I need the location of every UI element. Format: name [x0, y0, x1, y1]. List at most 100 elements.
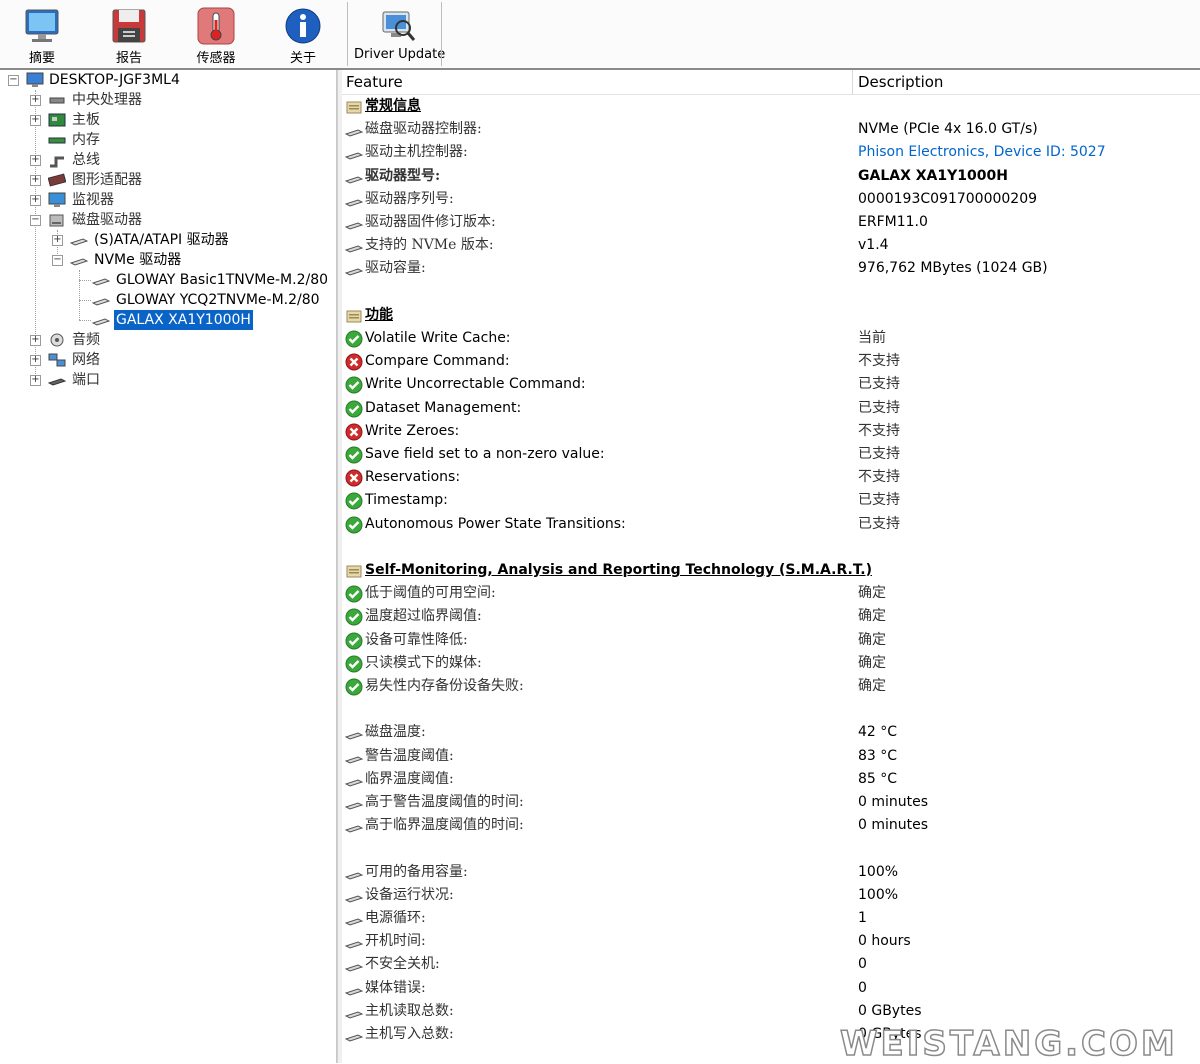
- collapse-icon[interactable]: −: [52, 255, 63, 266]
- expand-icon[interactable]: +: [30, 155, 41, 166]
- detail-row[interactable]: 驱动器型号: GALAX XA1Y1000H: [342, 165, 1200, 188]
- drive-icon: [344, 143, 364, 163]
- expand-icon[interactable]: +: [30, 335, 41, 346]
- expand-icon[interactable]: +: [30, 375, 41, 386]
- check-icon: [344, 491, 364, 511]
- port-icon: [48, 378, 66, 386]
- expand-icon[interactable]: +: [30, 95, 41, 106]
- drive-icon: [92, 278, 110, 286]
- drive-icon: [344, 236, 364, 256]
- detail-row[interactable]: 磁盘驱动器控制器: NVMe (PCIe 4x 16.0 GT/s): [342, 118, 1200, 141]
- description-value: GALAX XA1Y1000H: [858, 167, 1008, 184]
- detail-row[interactable]: Save field set to a non-zero value: 已支持: [342, 443, 1200, 466]
- section-header-row[interactable]: 功能: [342, 304, 1200, 327]
- detail-row[interactable]: Write Zeroes: 不支持: [342, 420, 1200, 443]
- detail-row[interactable]: Volatile Write Cache: 当前: [342, 327, 1200, 350]
- detail-row[interactable]: 易失性内存备份设备失败: 确定: [342, 675, 1200, 698]
- summary-button[interactable]: 摘要: [18, 0, 66, 68]
- section-header-row[interactable]: 常规信息: [342, 95, 1200, 118]
- detail-row[interactable]: 开机时间: 0 hours: [342, 930, 1200, 953]
- section-header-row[interactable]: Self-Monitoring, Analysis and Reporting …: [342, 559, 1200, 582]
- section-icon: [344, 561, 364, 581]
- check-icon: [344, 631, 364, 651]
- description-link[interactable]: Phison Electronics, Device ID: 5027: [858, 141, 1106, 164]
- tree-item-label: 图形适配器: [72, 172, 142, 188]
- description-value: 不支持: [858, 469, 900, 486]
- column-header-feature[interactable]: Feature: [342, 70, 852, 95]
- detail-row[interactable]: 磁盘温度: 42 °C: [342, 721, 1200, 744]
- drive-icon: [70, 238, 88, 246]
- check-icon: [344, 654, 364, 674]
- detail-row[interactable]: Timestamp: 已支持: [342, 489, 1200, 512]
- drive-icon: [344, 886, 364, 906]
- detail-row[interactable]: 温度超过临界阈值: 确定: [342, 605, 1200, 628]
- feature-label: 主机写入总数:: [365, 1026, 454, 1042]
- expand-icon[interactable]: +: [52, 235, 63, 246]
- feature-label: Dataset Management:: [365, 399, 522, 416]
- collapse-icon[interactable]: −: [30, 215, 41, 226]
- detail-row[interactable]: 支持的 NVMe 版本: v1.4: [342, 234, 1200, 257]
- section-icon: [344, 97, 364, 117]
- detail-row[interactable]: Reservations: 不支持: [342, 466, 1200, 489]
- tree-connector: [79, 300, 91, 301]
- detail-row[interactable]: 临界温度阈值: 85 °C: [342, 768, 1200, 791]
- graphics-card-icon: [48, 173, 66, 187]
- check-icon: [344, 445, 364, 465]
- expand-icon[interactable]: +: [30, 355, 41, 366]
- detail-row[interactable]: 设备运行状况: 100%: [342, 884, 1200, 907]
- detail-row[interactable]: 高于临界温度阈值的时间: 0 minutes: [342, 814, 1200, 837]
- detail-row[interactable]: 只读模式下的媒体: 确定: [342, 652, 1200, 675]
- description-value: 已支持: [858, 376, 900, 393]
- detail-row[interactable]: Write Uncorrectable Command: 已支持: [342, 373, 1200, 396]
- thermometer-icon: [197, 7, 235, 45]
- details-list: Feature Description 常规信息 磁盘驱动器控制器: NVMe (P…: [342, 70, 1200, 1063]
- detail-row[interactable]: Autonomous Power State Transitions: 已支持: [342, 513, 1200, 536]
- toolbar-label: 关于: [289, 51, 316, 66]
- drive-icon: [344, 1025, 364, 1045]
- about-button[interactable]: 关于: [278, 0, 328, 68]
- detail-row[interactable]: 主机读取总数: 0 GBytes: [342, 1000, 1200, 1023]
- detail-row[interactable]: 驱动器固件修订版本: ERFM11.0: [342, 211, 1200, 234]
- detail-row[interactable]: 电源循环: 1: [342, 907, 1200, 930]
- tree-item-label: NVMe 驱动器: [94, 252, 182, 268]
- description-value: 确定: [858, 631, 886, 648]
- cpu-icon: [49, 97, 65, 104]
- driver-update-button[interactable]: Driver Update: [354, 0, 445, 68]
- detail-row[interactable]: Dataset Management: 已支持: [342, 397, 1200, 420]
- toolbar: 摘要 报告 传感器 关于 Driver Update: [0, 0, 1200, 70]
- column-header-description[interactable]: Description: [853, 70, 1200, 95]
- expand-icon[interactable]: +: [30, 115, 41, 126]
- motherboard-icon: [48, 113, 66, 127]
- feature-label: 开机时间:: [365, 933, 426, 950]
- detail-row[interactable]: 高于警告温度阈值的时间: 0 minutes: [342, 791, 1200, 814]
- feature-label: 临界温度阈值:: [365, 770, 454, 787]
- detail-row[interactable]: 驱动主机控制器: Phison Electronics, Device ID: 5…: [342, 141, 1200, 164]
- description-value: NVMe (PCIe 4x 16.0 GT/s): [858, 121, 1038, 138]
- detail-row[interactable]: 可用的备用容量: 100%: [342, 861, 1200, 884]
- detail-row[interactable]: Compare Command: 不支持: [342, 350, 1200, 373]
- detail-row[interactable]: 驱动器序列号: 0000193C091700000209: [342, 188, 1200, 211]
- tree-item-label: 主板: [72, 112, 100, 128]
- error-icon: [344, 468, 364, 488]
- collapse-icon[interactable]: −: [8, 75, 19, 86]
- tree-item-label: GLOWAY YCQ2TNVMe-M.2/80: [116, 292, 320, 308]
- detail-row[interactable]: 低于阈值的可用空间: 确定: [342, 582, 1200, 605]
- expand-icon[interactable]: +: [30, 195, 41, 206]
- expand-icon[interactable]: +: [30, 175, 41, 186]
- detail-row[interactable]: 媒体错误: 0: [342, 977, 1200, 1000]
- drive-icon: [344, 747, 364, 767]
- tree-root-label: DESKTOP-JGF3ML4: [49, 72, 180, 88]
- error-icon: [344, 352, 364, 372]
- feature-label: 高于临界温度阈值的时间:: [365, 817, 524, 834]
- report-button[interactable]: 报告: [104, 0, 154, 68]
- description-value: 已支持: [858, 446, 900, 462]
- detail-row[interactable]: 不安全关机: 0: [342, 953, 1200, 976]
- magnifier-monitor-icon: [382, 11, 416, 41]
- feature-label: 易失性内存备份设备失败:: [365, 678, 524, 694]
- computer-icon: [26, 72, 44, 87]
- detail-row[interactable]: 警告温度阈值: 83 °C: [342, 745, 1200, 768]
- sensor-button[interactable]: 传感器: [190, 0, 242, 68]
- toolbar-separator: [347, 2, 348, 66]
- detail-row[interactable]: 设备可靠性降低: 确定: [342, 629, 1200, 652]
- detail-row[interactable]: 驱动容量: 976,762 MBytes (1024 GB): [342, 257, 1200, 280]
